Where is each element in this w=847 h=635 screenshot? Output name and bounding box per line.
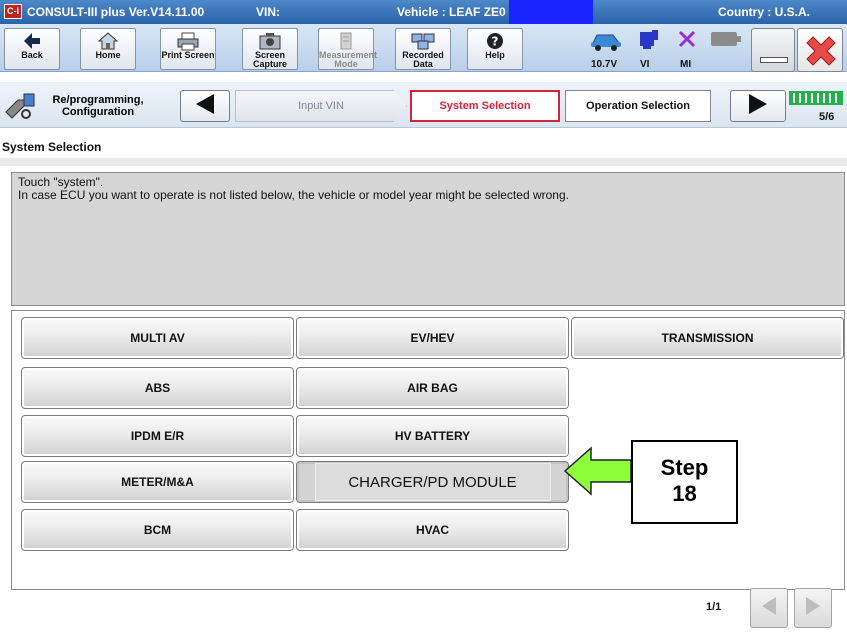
system-button-hvac[interactable]: HVAC — [296, 509, 569, 551]
help-button[interactable]: ? Help — [467, 28, 523, 70]
measurement-mode-button[interactable]: Measurement Mode — [318, 28, 377, 70]
page-indicator: 1/1 — [706, 601, 722, 613]
printer-icon — [161, 31, 215, 51]
recorded-data-icon — [396, 31, 450, 51]
page-prev-icon — [760, 595, 778, 622]
callout-arrow-icon — [563, 446, 633, 496]
minimize-icon — [760, 57, 788, 63]
system-button-multi-av[interactable]: MULTI AV — [21, 317, 294, 359]
screen-capture-button[interactable]: Screen Capture — [242, 28, 298, 70]
system-button-ev-hev[interactable]: EV/HEV — [296, 317, 569, 359]
system-button-bcm[interactable]: BCM — [21, 509, 294, 551]
progress-bar-icon — [789, 91, 843, 110]
right-triangle-icon — [747, 92, 769, 121]
toolbar: Back Home Print Screen Screen Capture Me… — [0, 24, 847, 72]
vi-label: VI — [640, 59, 650, 70]
camera-icon — [243, 31, 297, 51]
instruction-message: Touch "system". In case ECU you want to … — [11, 172, 845, 306]
back-arrow-icon — [5, 31, 59, 51]
app-title: CONSULT-III plus Ver.V14.11.00 — [27, 5, 205, 19]
system-button-transmission[interactable]: TRANSMISSION — [571, 317, 844, 359]
close-icon — [803, 33, 839, 74]
next-step-button[interactable] — [730, 90, 786, 122]
system-button-hv-battery[interactable]: HV BATTERY — [296, 415, 569, 457]
crumb-operation-selection[interactable]: Operation Selection — [565, 90, 711, 122]
section-divider — [0, 158, 847, 166]
step-counter: 5/6 — [819, 111, 835, 123]
battery-voltage: 10.7V — [591, 59, 618, 70]
instruction-line-2: In case ECU you want to operate is not l… — [18, 188, 569, 202]
system-button-ipdm-er[interactable]: IPDM E/R — [21, 415, 294, 457]
page-next-icon — [804, 595, 822, 622]
crumb-input-vin[interactable]: Input VIN — [235, 90, 407, 122]
recorded-data-button[interactable]: Recorded Data — [395, 28, 451, 70]
vin-highlight — [509, 0, 593, 24]
system-button-meter-ma[interactable]: METER/M&A — [21, 461, 294, 503]
workflow-breadcrumb: Re/programming, Configuration Input VIN … — [0, 82, 847, 128]
title-bar: C-I CONSULT-III plus Ver.V14.11.00 VIN: … — [0, 0, 847, 24]
vehicle-label: Vehicle : LEAF ZE0 — [397, 5, 506, 19]
page-title: System Selection — [2, 140, 102, 154]
vi-connection-icon — [637, 28, 661, 57]
close-button[interactable] — [797, 28, 843, 72]
minimize-button[interactable] — [751, 28, 795, 72]
help-icon: ? — [468, 31, 522, 51]
system-button-air-bag[interactable]: AIR BAG — [296, 367, 569, 409]
system-button-charger-pd-module[interactable]: CHARGER/PD MODULE — [296, 461, 569, 503]
vehicle-status-icon — [589, 29, 623, 56]
charger-pd-module-label: CHARGER/PD MODULE — [314, 463, 551, 501]
left-triangle-icon — [194, 92, 216, 121]
crumb-system-selection[interactable]: System Selection — [410, 90, 560, 122]
back-button[interactable]: Back — [4, 28, 60, 70]
page-next-button[interactable] — [794, 588, 832, 628]
step-callout-label: Step — [660, 455, 709, 480]
battery-icon — [711, 32, 741, 51]
country-label: Country : U.S.A. — [718, 5, 810, 19]
app-logo: C-I — [4, 4, 22, 19]
home-icon — [81, 31, 135, 51]
home-button[interactable]: Home — [80, 28, 136, 70]
prev-step-button[interactable] — [180, 90, 230, 122]
measurement-icon — [319, 31, 373, 51]
system-button-abs[interactable]: ABS — [21, 367, 294, 409]
print-screen-button[interactable]: Print Screen — [160, 28, 216, 70]
step-callout-number: 18 — [672, 481, 697, 506]
step-callout: Step 18 — [631, 440, 738, 524]
vin-label: VIN: — [256, 5, 280, 19]
svg-text:?: ? — [492, 35, 499, 49]
mi-disconnected-icon — [676, 28, 698, 55]
mi-label: MI — [680, 59, 692, 70]
page-prev-button[interactable] — [750, 588, 788, 628]
reprogramming-icon — [4, 92, 36, 125]
crumb-reprogramming: Re/programming, Configuration — [52, 94, 144, 118]
